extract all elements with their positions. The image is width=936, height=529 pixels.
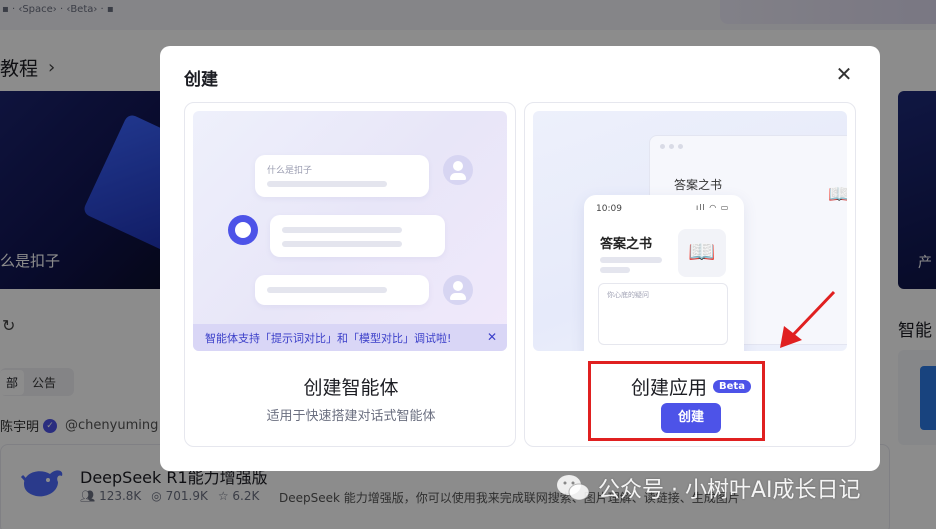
chat-bubble-bot xyxy=(270,215,445,257)
user-avatar-icon xyxy=(443,155,473,185)
arrow-annotation-icon xyxy=(780,290,836,348)
book-icon: 📖 xyxy=(828,184,847,205)
chat-placeholder: 什么是扣子 xyxy=(267,166,313,176)
text-line xyxy=(267,287,387,293)
phone-input-placeholder: 你心底的疑问 xyxy=(607,291,649,299)
window-title: 答案之书 xyxy=(674,178,723,192)
user-avatar-icon xyxy=(443,275,473,305)
chat-bubble-user-2 xyxy=(255,275,429,305)
close-icon[interactable]: ✕ xyxy=(830,60,858,88)
close-icon[interactable]: ✕ xyxy=(487,330,497,344)
agent-option-subtitle: 适用于快速搭建对话式智能体 xyxy=(266,409,436,424)
phone-title: 答案之书 xyxy=(600,237,653,252)
feature-notice-text: 智能体支持「提示词对比」和「模型对比」调试啦! xyxy=(205,331,452,345)
text-line xyxy=(600,267,630,273)
agent-option-title: 创建智能体 xyxy=(303,377,399,399)
phone-status-icons: ıll ◠ ▭ xyxy=(696,203,730,212)
window-dots xyxy=(660,144,683,149)
text-line xyxy=(282,227,402,233)
text-line xyxy=(282,241,402,247)
create-agent-option[interactable]: 什么是扣子 智能体支持「提示词对比」和「模型对比」调试啦! ✕ 创建智能体 适用… xyxy=(184,102,516,447)
phone-input-preview: 你心底的疑问 xyxy=(598,283,728,345)
create-modal: 创建 ✕ 什么是扣子 智能体支持「提示词对比」和「模型对比」调试啦! ✕ 创建智 xyxy=(160,46,880,471)
agent-illustration: 什么是扣子 智能体支持「提示词对比」和「模型对比」调试啦! ✕ xyxy=(193,111,507,351)
watermark: 公众号 · 小树叶AI成长日记 xyxy=(556,472,861,504)
highlight-box xyxy=(588,361,765,441)
text-line xyxy=(267,181,387,187)
phone-time: 10:09 xyxy=(596,204,622,214)
feature-notice: 智能体支持「提示词对比」和「模型对比」调试啦! ✕ xyxy=(193,324,507,351)
wechat-icon xyxy=(557,475,590,501)
text-line xyxy=(600,257,662,263)
modal-title: 创建 xyxy=(184,70,218,90)
watermark-text: 公众号 · 小树叶AI成长日记 xyxy=(598,478,861,503)
phone-preview: 10:09 ıll ◠ ▭ 答案之书 📖 你心底的疑问 xyxy=(584,195,744,351)
chat-bubble-user: 什么是扣子 xyxy=(255,155,429,197)
book-icon: 📖 xyxy=(678,229,726,277)
bot-avatar-icon xyxy=(228,215,258,245)
